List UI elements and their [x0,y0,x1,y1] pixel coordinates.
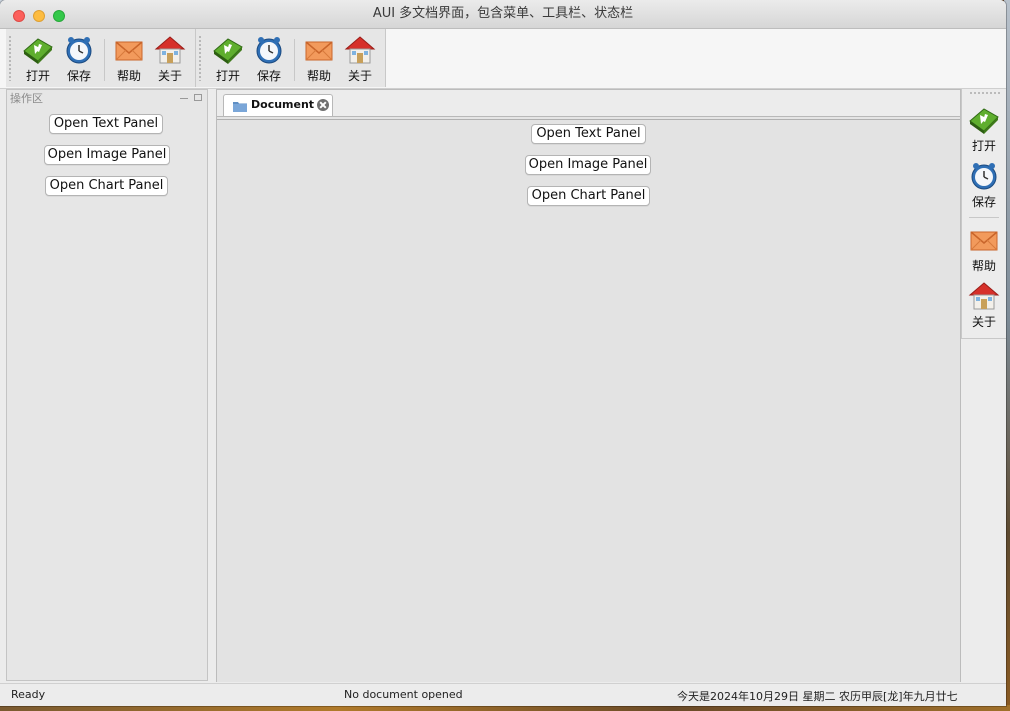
toolbar-separator [104,39,105,81]
open-chart-panel-button[interactable]: Open Chart Panel [45,176,168,196]
alarm-clock-icon [971,163,997,190]
toolbar-grip[interactable] [9,35,11,81]
status-bar: Ready No document opened 今天是2024年10月29日 … [0,683,1006,706]
main-window: AUI 多文档界面，包含菜单、工具栏、状态栏 打开 保存 帮助 关于 打开 保存… [0,0,1006,706]
save-button-label: 保存 [256,69,281,83]
status-document: No document opened [344,688,463,701]
document-tab-bar: Document [217,90,960,117]
dock-minimize-icon[interactable] [180,93,188,99]
alarm-clock-icon [66,37,92,64]
house-icon [968,282,1000,310]
open-image-panel-button[interactable]: Open Image Panel [525,155,651,175]
dock-float-icon[interactable] [194,94,202,101]
open-text-panel-button[interactable]: Open Text Panel [49,114,163,134]
save-button-label: 保存 [971,195,996,209]
save-button[interactable]: 保存 [964,161,1004,215]
toolbar-area: 打开 保存 帮助 关于 打开 保存 帮助 关于 [0,29,1006,89]
open-button[interactable]: 打开 [18,33,58,87]
open-button-label: 打开 [971,139,996,153]
document-area: Document Open Text Panel Open Image Pane… [216,89,961,682]
toolbar-separator [294,39,295,81]
about-button-label: 关于 [157,69,182,83]
save-button[interactable]: 保存 [249,33,289,87]
open-image-panel-button[interactable]: Open Image Panel [44,145,170,165]
operation-dock-panel: 操作区 Open Text Panel Open Image Panel Ope… [6,89,208,681]
toolbar-grip[interactable] [199,35,201,81]
about-button[interactable]: 关于 [964,281,1004,335]
about-button[interactable]: 关于 [150,33,190,87]
house-icon [154,36,186,64]
vertical-toolbar: 打开 保存 帮助 关于 [961,89,1006,339]
help-button[interactable]: 帮助 [109,33,149,87]
open-book-icon [969,108,999,134]
open-button[interactable]: 打开 [208,33,248,87]
toolbar-2: 打开 保存 帮助 关于 [196,29,386,87]
help-button-label: 帮助 [306,69,331,83]
save-button[interactable]: 保存 [59,33,99,87]
open-button-label: 打开 [215,69,240,83]
envelope-icon [305,41,333,61]
help-button-label: 帮助 [116,69,141,83]
tab-document-label: Document [251,98,315,111]
toolbar-grip[interactable] [969,92,1001,94]
open-button[interactable]: 打开 [964,105,1004,159]
title-bar: AUI 多文档界面，包含菜单、工具栏、状态栏 [0,0,1006,29]
window-title: AUI 多文档界面，包含菜单、工具栏、状态栏 [372,6,634,21]
tab-document[interactable]: Document [223,94,333,116]
about-button[interactable]: 关于 [340,33,380,87]
status-ready: Ready [11,688,46,701]
dock-title: 操作区 [10,92,43,105]
tab-close-icon[interactable] [317,99,329,111]
open-book-icon [23,38,53,64]
about-button-label: 关于 [347,69,372,83]
status-date: 今天是2024年10月29日 星期二 农历甲辰[龙]年九月廿七 [677,690,958,703]
envelope-icon [970,231,998,251]
toolbar-1: 打开 保存 帮助 关于 [6,29,196,87]
house-icon [344,36,376,64]
help-button-label: 帮助 [971,259,996,273]
open-text-panel-button[interactable]: Open Text Panel [531,124,646,144]
envelope-icon [115,41,143,61]
open-button-label: 打开 [25,69,50,83]
toolbar-separator [969,217,999,218]
help-button[interactable]: 帮助 [299,33,339,87]
about-button-label: 关于 [971,315,996,329]
open-book-icon [213,38,243,64]
document-content: Open Text Panel Open Image Panel Open Ch… [217,119,960,682]
help-button[interactable]: 帮助 [964,225,1004,279]
alarm-clock-icon [256,37,282,64]
folder-icon [233,102,247,112]
open-chart-panel-button[interactable]: Open Chart Panel [527,186,650,206]
save-button-label: 保存 [66,69,91,83]
